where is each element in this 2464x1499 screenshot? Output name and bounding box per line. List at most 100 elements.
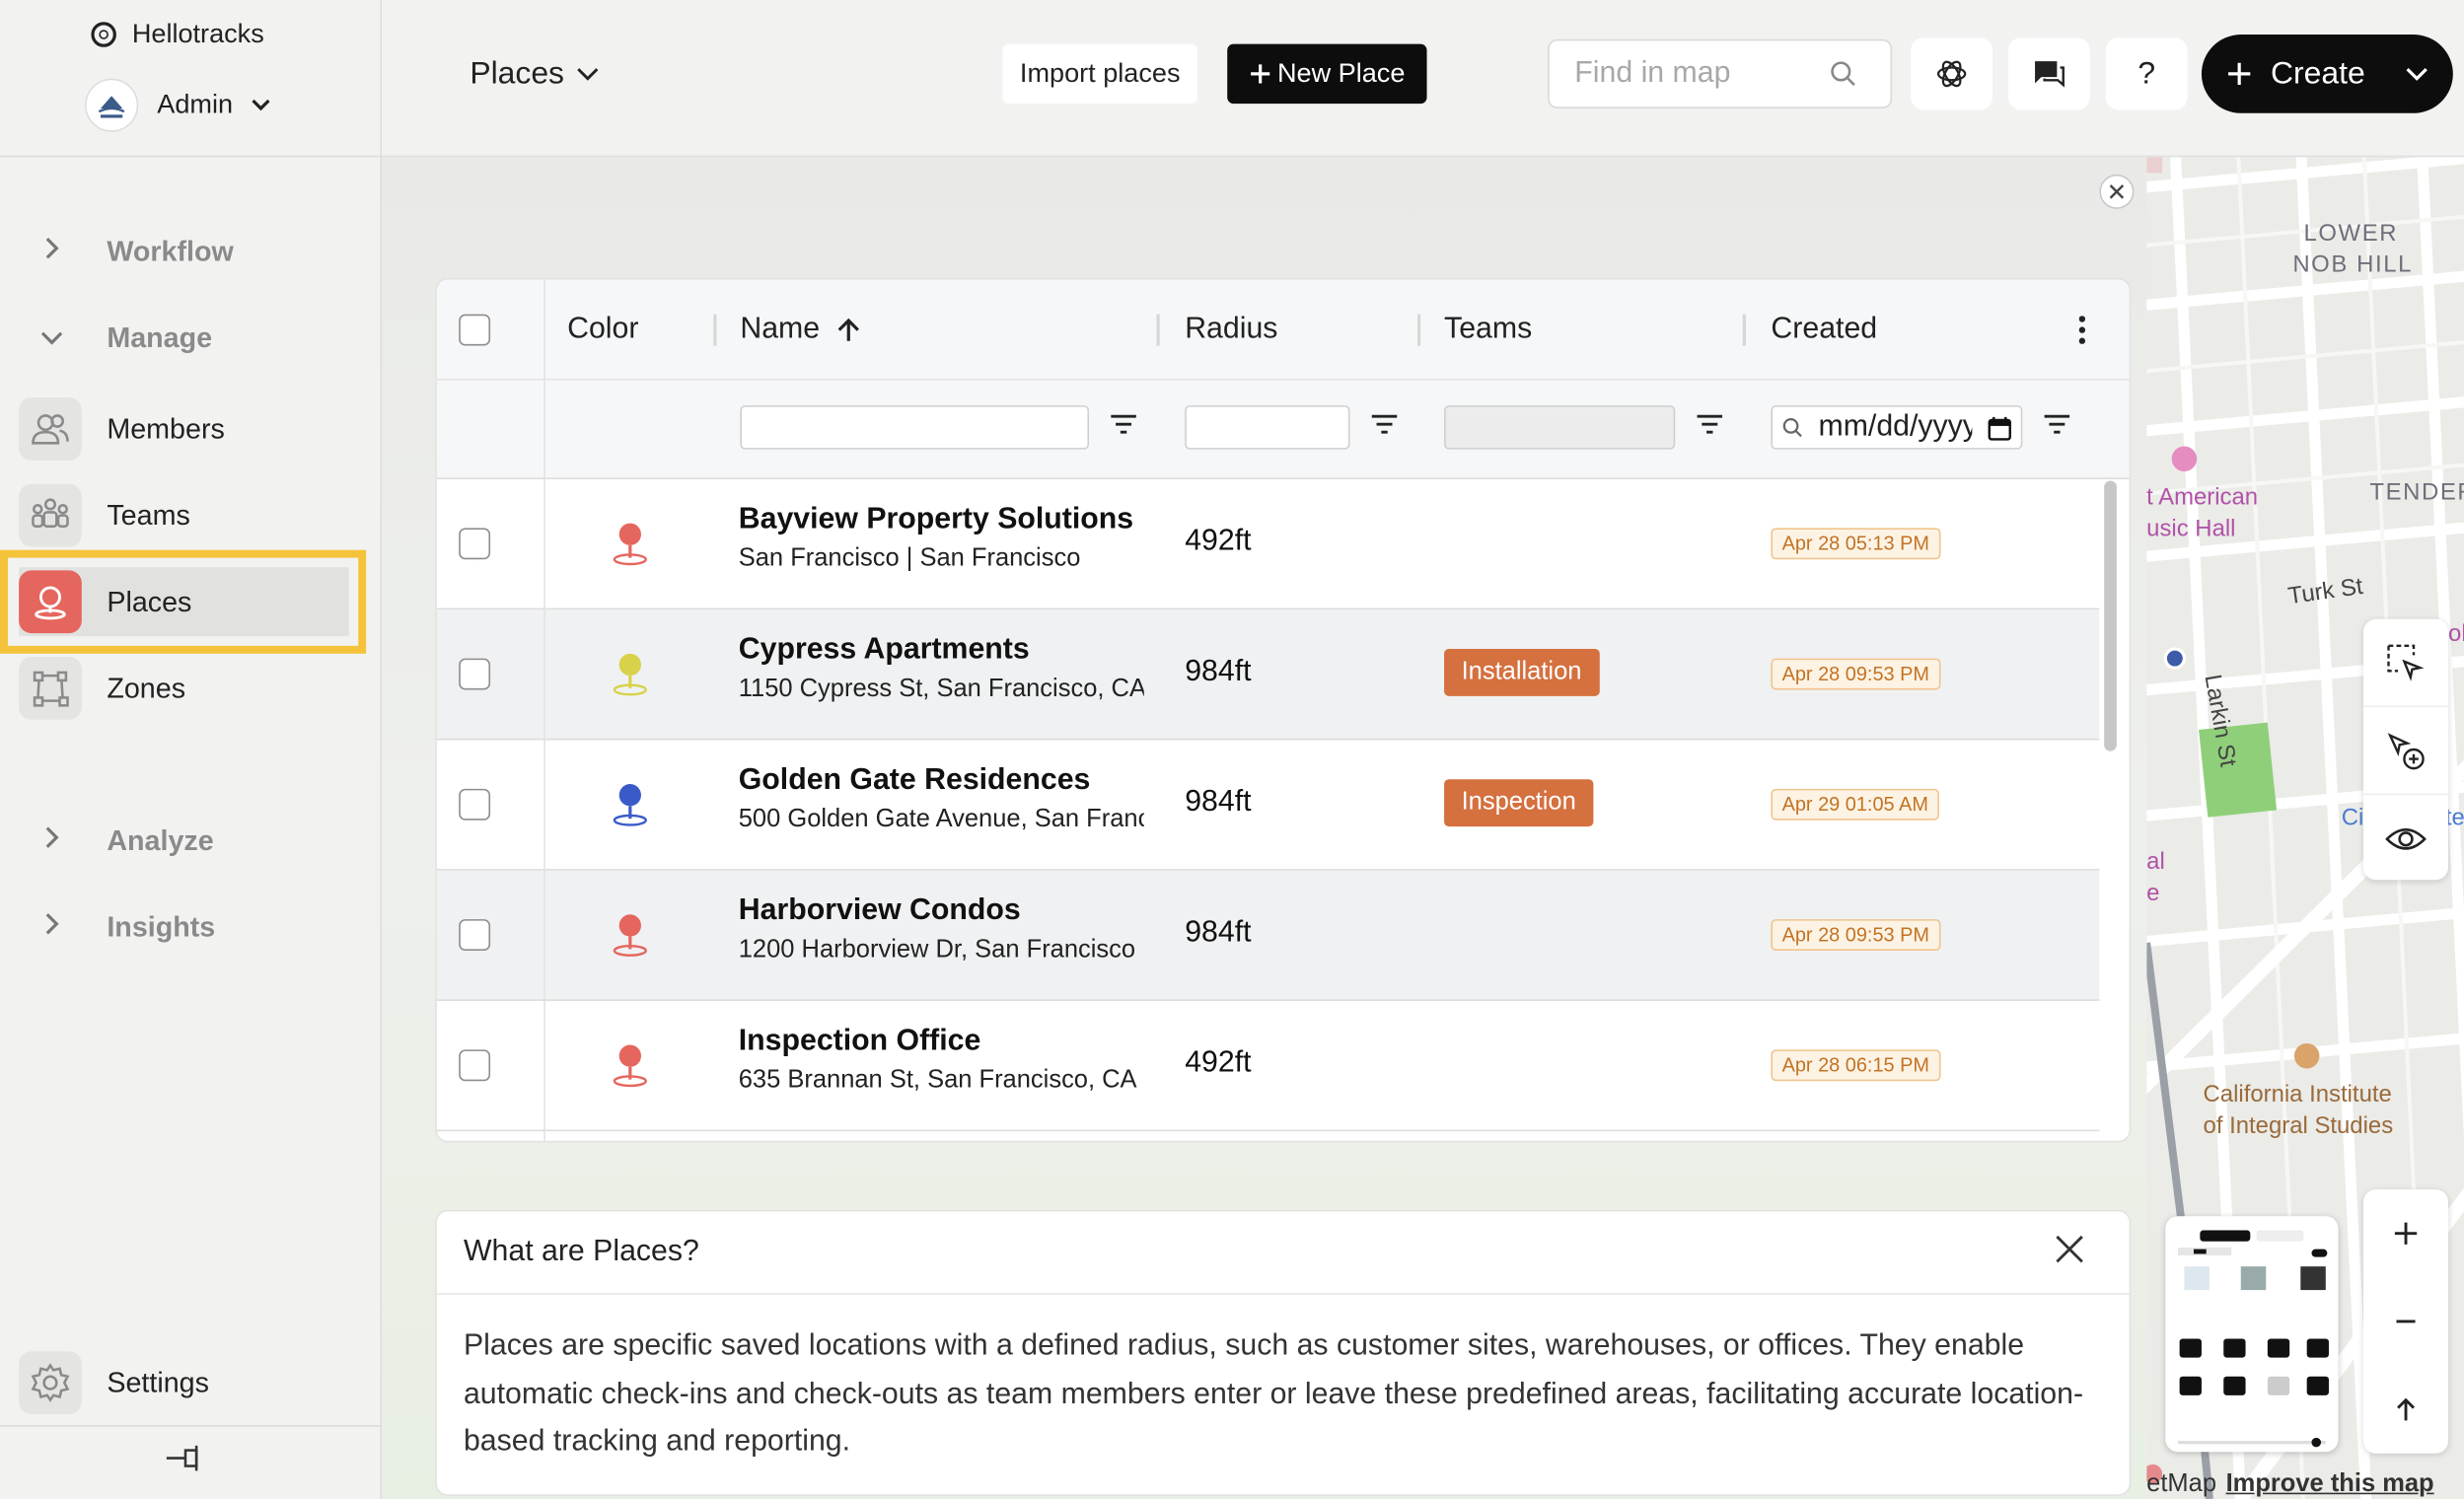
place-name[interactable]: Bayview Property Solutions (739, 503, 1144, 537)
section-insights[interactable]: Insights (35, 911, 215, 944)
row-checkbox[interactable] (459, 919, 491, 951)
new-place-button[interactable]: New Place (1227, 43, 1427, 105)
filter-icon[interactable] (1110, 413, 1138, 435)
row-checkbox[interactable] (459, 788, 491, 821)
attribution-text: etMap (2146, 1470, 2217, 1498)
pin-sidebar-icon[interactable] (164, 1443, 204, 1482)
sidebar-item-members[interactable]: Members (19, 394, 349, 464)
eye-icon (2385, 827, 2427, 849)
sidebar-item-settings[interactable]: Settings (19, 1348, 349, 1417)
section-manage[interactable]: Manage (35, 322, 212, 355)
chevron-down-icon (35, 324, 69, 353)
filter-row: mm/dd/yyyy (436, 380, 2130, 479)
reset-north-button[interactable] (2363, 1366, 2448, 1454)
view-dropdown[interactable]: Places (470, 56, 599, 93)
chat-button[interactable] (2007, 37, 2090, 110)
column-header-created[interactable]: Created (1771, 280, 1877, 379)
map-label: usic Hall (2146, 515, 2236, 542)
zoom-in-button[interactable] (2363, 1189, 2448, 1277)
column-resizer[interactable] (1742, 314, 1746, 346)
map-label: NOB HILL (2292, 250, 2413, 279)
table-row[interactable]: Harborview Condos 1200 Harborview Dr, Sa… (436, 870, 2100, 1001)
column-resizer[interactable] (1156, 314, 1160, 346)
table-scrollbar[interactable] (2104, 480, 2117, 751)
close-panel-button[interactable] (2099, 174, 2135, 209)
top-bar: Places Import places New Place ? (382, 0, 2464, 158)
row-checkbox[interactable] (459, 1049, 491, 1082)
close-info-button[interactable] (2054, 1234, 2085, 1268)
column-menu-button[interactable] (2056, 280, 2109, 379)
filter-icon[interactable] (2043, 413, 2071, 435)
table-row[interactable]: Cypress Apartments 1150 Cypress St, San … (436, 609, 2100, 741)
place-name[interactable]: Inspection Office (739, 1025, 1144, 1059)
section-workflow[interactable]: Workflow (35, 236, 234, 268)
plus-icon (1250, 64, 1270, 84)
place-radius: 492ft (1185, 1046, 1252, 1080)
column-header-label: Name (740, 312, 821, 345)
sidebar-item-label: Settings (107, 1366, 209, 1398)
info-body: Places are specific saved locations with… (463, 1328, 2084, 1459)
place-name[interactable]: Golden Gate Residences (739, 763, 1144, 798)
column-header-teams[interactable]: Teams (1444, 280, 1532, 379)
sidebar-item-teams[interactable]: Teams (19, 481, 349, 550)
sidebar-item-label: Teams (107, 498, 190, 531)
column-resizer[interactable] (713, 314, 717, 346)
section-analyze[interactable]: Analyze (35, 824, 214, 857)
place-pin-icon (613, 784, 647, 826)
chevron-right-icon (35, 238, 69, 267)
chevron-right-icon (35, 826, 69, 856)
name-filter-input[interactable] (740, 405, 1090, 450)
add-point-button[interactable] (2363, 707, 2449, 796)
place-name[interactable]: Cypress Apartments (739, 633, 1144, 668)
row-checkbox[interactable] (459, 658, 491, 690)
search-icon[interactable] (1829, 60, 1857, 89)
teams-filter-input[interactable] (1444, 405, 1676, 450)
places-table: Color Name Radius Teams Created mm/dd/yy… (435, 278, 2132, 1143)
column-header-name[interactable]: Name (740, 280, 860, 379)
ai-assistant-button[interactable] (1911, 37, 1993, 110)
column-header-radius[interactable]: Radius (1185, 280, 1277, 379)
zoom-controls (2363, 1189, 2449, 1454)
sort-ascending-icon (837, 317, 859, 340)
created-badge: Apr 28 09:53 PM (1771, 919, 1941, 951)
new-place-label: New Place (1276, 57, 1406, 89)
radius-filter-input[interactable] (1185, 405, 1350, 450)
filter-icon[interactable] (1370, 413, 1399, 435)
gear-icon (19, 1351, 82, 1414)
column-header-color[interactable]: Color (567, 280, 638, 379)
help-button[interactable]: ? (2105, 37, 2188, 110)
created-badge: Apr 29 01:05 AM (1771, 788, 1940, 821)
place-name[interactable]: Harborview Condos (739, 894, 1144, 929)
row-checkbox[interactable] (459, 528, 491, 560)
column-resizer[interactable] (1416, 314, 1421, 346)
members-icon (19, 397, 82, 461)
table-row[interactable]: Bayview Property Solutions San Francisco… (436, 479, 2100, 610)
chevron-right-icon (35, 913, 69, 943)
calendar-icon[interactable] (1988, 414, 2011, 441)
create-button[interactable]: Create (2201, 35, 2453, 113)
table-row[interactable]: Inspection Office 635 Brannan St, San Fr… (436, 1001, 2100, 1132)
brand[interactable]: Hellotracks (91, 19, 264, 50)
account-switcher[interactable]: Admin (85, 78, 270, 132)
created-date-filter[interactable]: mm/dd/yyyy (1771, 405, 2023, 450)
place-radius: 984ft (1185, 915, 1252, 950)
map-style-preview[interactable] (2165, 1216, 2339, 1453)
chevron-down-icon[interactable] (2406, 67, 2428, 81)
improve-map-link[interactable]: Improve this map (2226, 1470, 2434, 1497)
places-panel: Color Name Radius Teams Created mm/dd/yy… (382, 157, 2147, 1499)
visibility-button[interactable] (2363, 795, 2448, 882)
select-all-checkbox[interactable] (459, 313, 491, 345)
sidebar-item-zones[interactable]: Zones (19, 654, 349, 723)
add-point-icon (2387, 732, 2425, 769)
sidebar-item-label: Zones (107, 672, 186, 704)
import-places-button[interactable]: Import places (1002, 43, 1198, 105)
search-input[interactable] (1571, 54, 1830, 94)
table-row[interactable]: Golden Gate Residences 500 Golden Gate A… (436, 740, 2100, 871)
place-radius: 492ft (1185, 525, 1252, 558)
zoom-out-button[interactable] (2363, 1277, 2448, 1365)
place-address: 500 Golden Gate Avenue, San Francisco (738, 806, 1144, 833)
select-area-button[interactable] (2363, 619, 2449, 707)
created-badge: Apr 28 09:53 PM (1771, 658, 1941, 690)
filter-icon[interactable] (1696, 413, 1724, 435)
map-layers-icon (2178, 1230, 2329, 1448)
